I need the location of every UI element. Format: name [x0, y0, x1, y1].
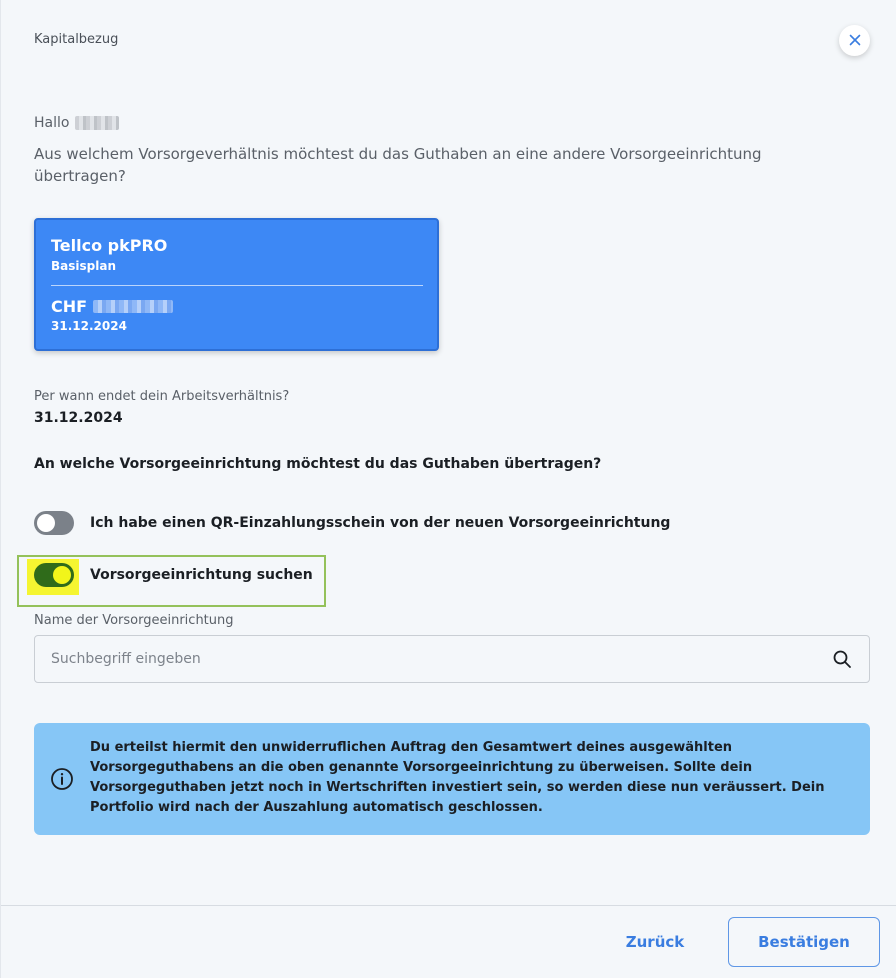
confirm-button[interactable]: Bestätigen	[728, 917, 880, 967]
pension-account-card[interactable]: Tellco pkPRO Basisplan CHF 31.12.2024	[34, 218, 439, 351]
employment-end-label: Per wann endet dein Arbeitsverhältnis?	[34, 389, 290, 404]
employment-end-value: 31.12.2024	[34, 410, 123, 426]
account-date: 31.12.2024	[51, 319, 127, 333]
greeting: Hallo	[34, 115, 120, 131]
dialog-title: Kapitalbezug	[34, 32, 119, 47]
account-currency: CHF	[51, 297, 88, 316]
institution-search-field	[34, 635, 870, 683]
search-icon[interactable]	[831, 648, 853, 670]
toggle-knob	[53, 566, 71, 584]
search-institution-toggle[interactable]	[34, 563, 74, 587]
close-button[interactable]	[839, 25, 870, 56]
qr-slip-label: Ich habe einen QR-Einzahlungsschein von …	[90, 515, 671, 531]
account-name: Tellco pkPRO	[51, 236, 168, 255]
info-notice: Du erteilst hiermit den unwiderruflichen…	[34, 723, 870, 835]
institution-search-input[interactable]	[51, 651, 831, 667]
institution-name-label: Name der Vorsorgeeinrichtung	[34, 613, 234, 628]
redacted-user-name	[75, 116, 120, 130]
target-question: An welche Vorsorgeeinrichtung möchtest d…	[34, 456, 602, 472]
account-balance: CHF	[51, 297, 174, 316]
search-institution-option: Vorsorgeeinrichtung suchen	[34, 563, 313, 587]
qr-slip-option: Ich habe einen QR-Einzahlungsschein von …	[34, 511, 670, 535]
account-plan: Basisplan	[51, 259, 116, 273]
info-icon	[50, 767, 74, 791]
redacted-balance	[93, 300, 174, 313]
greeting-hello: Hallo	[34, 115, 70, 131]
back-button[interactable]: Zurück	[615, 928, 695, 956]
info-text: Du erteilst hiermit den unwiderruflichen…	[90, 740, 825, 815]
toggle-knob	[37, 514, 55, 532]
source-question: Aus welchem Vorsorgeverhältnis möchtest …	[34, 145, 762, 185]
capital-withdrawal-dialog: Kapitalbezug Hallo Aus welchem Vorsorgev…	[0, 0, 896, 978]
close-icon	[849, 31, 861, 50]
qr-slip-toggle[interactable]	[34, 511, 74, 535]
search-institution-label: Vorsorgeeinrichtung suchen	[90, 567, 313, 583]
card-divider	[51, 285, 423, 286]
